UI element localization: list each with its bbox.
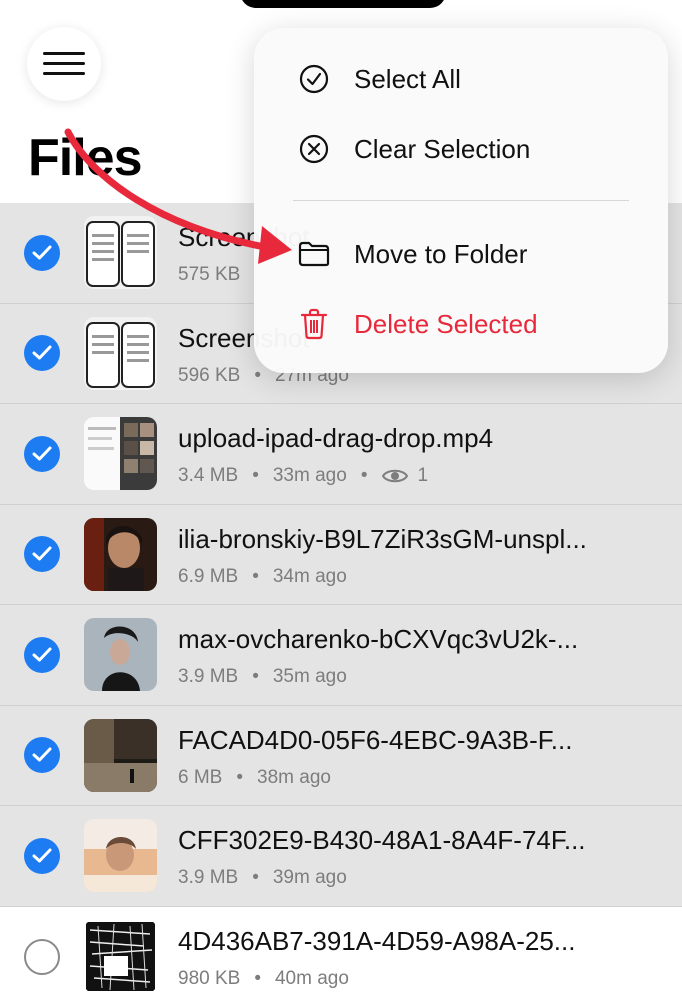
file-age: 39m ago: [272, 867, 347, 888]
menu-item-move-to-folder[interactable]: Move to Folder: [254, 224, 668, 284]
checkbox-checked[interactable]: [24, 636, 60, 673]
hamburger-icon: [43, 52, 85, 76]
file-row[interactable]: CFF302E9-B430-48A1-8A4F-74F... 3.9 MB • …: [0, 806, 682, 907]
page-title: Files: [28, 129, 142, 187]
file-size: 6 MB: [178, 766, 223, 788]
view-count: 1: [417, 465, 429, 486]
file-row[interactable]: 4D436AB7-391A-4D59-A98A-25... 980 KB • 4…: [0, 907, 682, 1004]
meta-separator: •: [254, 364, 261, 386]
file-name: upload-ipad-drag-drop.mp4: [178, 423, 494, 453]
file-row[interactable]: ilia-bronskiy-B9L7ZiR3sGM-unspl... 6.9 M…: [0, 504, 682, 605]
file-size: 3.4 MB: [178, 465, 239, 486]
file-meta: 3.9 MB • 39m ago: [178, 867, 347, 889]
file-age: 40m ago: [274, 967, 349, 989]
checkbox-checked[interactable]: [24, 234, 60, 271]
file-name: max-ovcharenko-bCXVqc3vU2k-...: [178, 624, 579, 654]
file-age: 34m ago: [272, 565, 347, 587]
file-name: 4D436AB7-391A-4D59-A98A-25...: [178, 925, 576, 956]
meta-separator: •: [252, 465, 259, 486]
file-meta: 3.4 MB • 33m ago • 1: [178, 465, 428, 487]
checkmark-circle-icon: [296, 61, 332, 97]
checkmark-icon: [32, 747, 52, 762]
checkmark-icon: [32, 245, 52, 260]
file-age: 38m ago: [257, 766, 331, 788]
checkmark-icon: [32, 848, 52, 863]
file-thumbnail: [84, 316, 157, 390]
menu-item-select-all[interactable]: Select All: [254, 49, 668, 109]
file-thumbnail: [84, 417, 157, 491]
checkbox-checked[interactable]: [24, 837, 60, 874]
file-size: 596 KB: [178, 364, 241, 386]
meta-separator: •: [360, 465, 368, 486]
trash-icon: [296, 306, 332, 342]
x-circle-icon: [296, 131, 332, 167]
menu-item-label: Select All: [354, 63, 461, 94]
file-meta: 3.9 MB • 35m ago: [178, 666, 347, 688]
menu-item-delete-selected[interactable]: Delete Selected: [254, 294, 668, 354]
menu-button[interactable]: [27, 27, 101, 101]
eye-icon: [381, 467, 409, 485]
actions-menu: Select All Clear Selection Move to Folde…: [254, 28, 668, 373]
file-meta: 575 KB: [178, 264, 240, 286]
menu-item-label: Clear Selection: [354, 133, 531, 164]
file-row[interactable]: FACAD4D0-05F6-4EBC-9A3B-F... 6 MB • 38m …: [0, 705, 682, 806]
meta-separator: •: [252, 867, 259, 888]
file-size: 980 KB: [178, 967, 241, 989]
dynamic-island: [240, 0, 446, 8]
folder-icon: [296, 236, 332, 272]
file-thumbnail: [84, 517, 157, 591]
checkbox-unchecked[interactable]: [24, 938, 60, 975]
checkbox-checked[interactable]: [24, 536, 60, 573]
file-size: 6.9 MB: [178, 565, 239, 587]
file-name: ilia-bronskiy-B9L7ZiR3sGM-unspl...: [178, 523, 587, 554]
file-thumbnail: [84, 819, 157, 893]
file-thumbnail: [84, 718, 157, 792]
file-meta: 6.9 MB • 34m ago: [178, 566, 347, 588]
file-size: 575 KB: [178, 264, 241, 285]
checkbox-checked[interactable]: [24, 737, 60, 774]
meta-separator: •: [254, 967, 261, 989]
file-row[interactable]: upload-ipad-drag-drop.mp4 3.4 MB • 33m a…: [0, 404, 682, 505]
menu-item-label: Delete Selected: [354, 308, 538, 339]
file-age: 33m ago: [272, 465, 347, 486]
file-thumbnail: [84, 618, 157, 692]
menu-item-clear-selection[interactable]: Clear Selection: [254, 119, 668, 179]
file-thumbnail: [84, 920, 157, 994]
file-meta: 980 KB • 40m ago: [178, 968, 349, 990]
file-meta: 6 MB • 38m ago: [178, 767, 331, 789]
file-thumbnail: [84, 216, 157, 290]
checkmark-icon: [32, 647, 52, 662]
checkbox-checked[interactable]: [24, 335, 60, 372]
file-size: 3.9 MB: [178, 666, 239, 687]
meta-separator: •: [236, 766, 244, 788]
file-name: FACAD4D0-05F6-4EBC-9A3B-F...: [178, 724, 573, 755]
file-size: 3.9 MB: [178, 867, 239, 888]
menu-item-label: Move to Folder: [354, 238, 528, 269]
meta-separator: •: [252, 565, 259, 587]
meta-separator: •: [252, 666, 259, 687]
file-name: CFF302E9-B430-48A1-8A4F-74F...: [178, 825, 586, 855]
checkmark-icon: [32, 546, 52, 561]
file-row[interactable]: max-ovcharenko-bCXVqc3vU2k-... 3.9 MB • …: [0, 605, 682, 706]
checkmark-icon: [32, 345, 52, 360]
file-age: 35m ago: [272, 666, 347, 687]
checkmark-icon: [32, 446, 52, 461]
checkbox-checked[interactable]: [24, 435, 60, 472]
menu-divider: [293, 200, 629, 201]
